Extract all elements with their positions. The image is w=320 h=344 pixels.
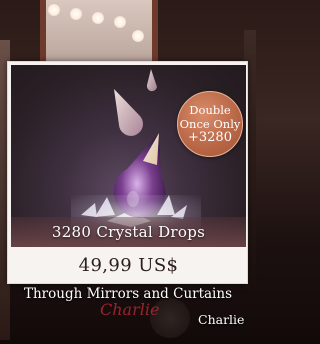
author-name: Charlie [198, 312, 245, 327]
double-bonus-badge: Double Once Only +3280 [177, 91, 243, 157]
mirror-bulb [70, 8, 82, 20]
purchase-offer-card[interactable]: Double Once Only +3280 3280 Crystal Drop… [7, 61, 248, 284]
mirror-bulb [114, 16, 126, 28]
price-label: 49,99 US$ [78, 254, 179, 276]
author-signature: Charlie [100, 300, 160, 319]
badge-line-1: Double [189, 103, 231, 117]
price-button[interactable]: 49,99 US$ [11, 249, 246, 281]
mirror-bulb [48, 4, 60, 16]
offer-title: 3280 Crystal Drops [51, 223, 206, 241]
badge-amount: +3280 [188, 130, 232, 145]
mirror-bulb [92, 12, 104, 24]
offer-artwork: Double Once Only +3280 3280 Crystal Drop… [11, 65, 246, 247]
offer-title-band: 3280 Crystal Drops [11, 217, 246, 247]
mirror-bulb [132, 30, 144, 42]
badge-line-2: Once Only [179, 117, 241, 131]
